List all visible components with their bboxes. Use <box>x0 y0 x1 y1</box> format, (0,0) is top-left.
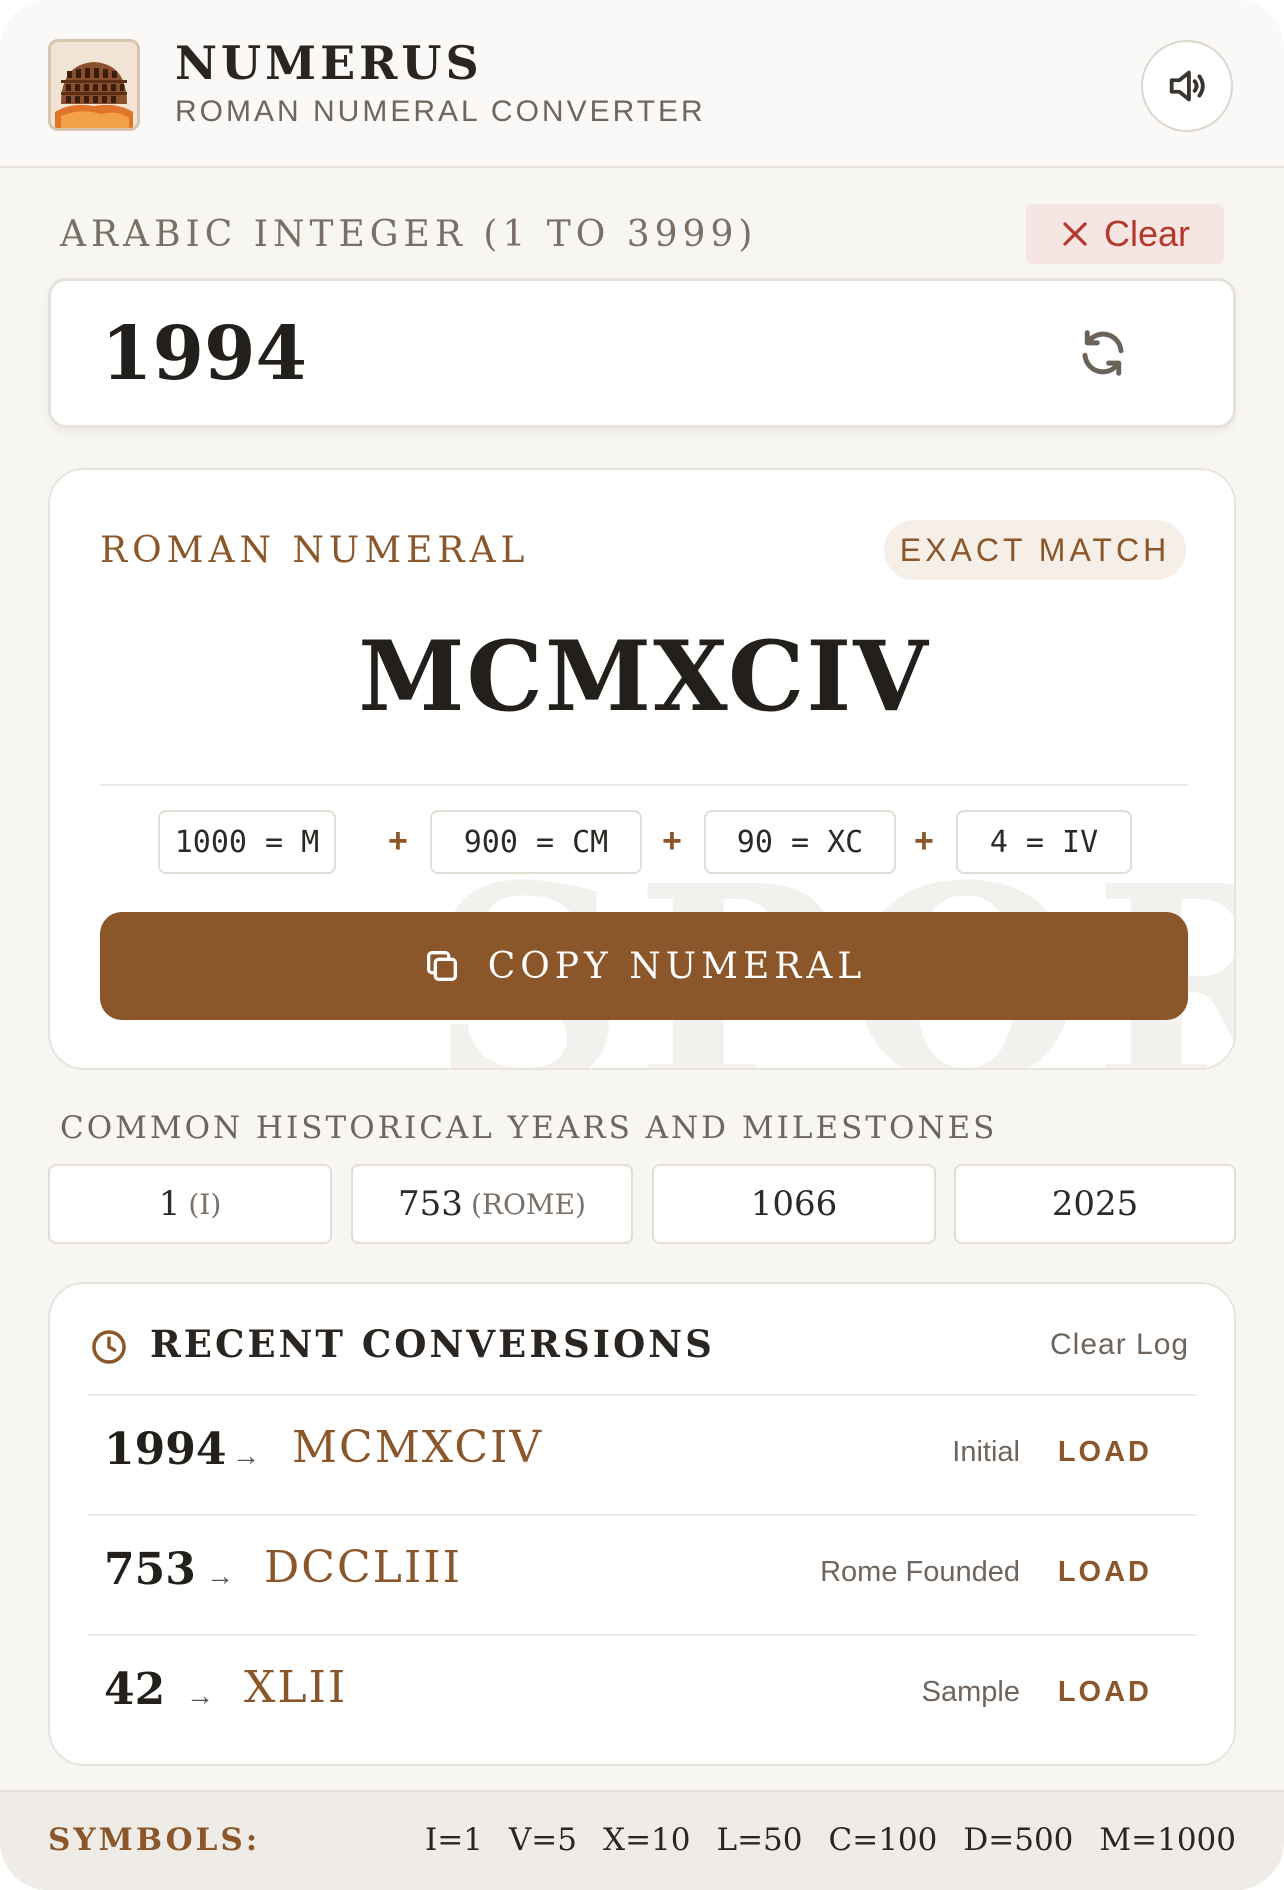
row-note: Sample <box>921 1676 1020 1708</box>
arabic-number-input[interactable] <box>99 303 1003 405</box>
symbol-item: D=500 <box>963 1822 1074 1858</box>
symbols-label: SYMBOLS: <box>48 1822 261 1858</box>
exact-match-badge: EXACT MATCH <box>884 520 1186 580</box>
row-arrow: → <box>232 1440 260 1471</box>
row-roman: XLII <box>244 1662 348 1713</box>
year-note: (ROME) <box>470 1187 586 1221</box>
year-note: (I) <box>188 1187 222 1221</box>
load-button[interactable]: LOAD <box>1058 1676 1152 1709</box>
app-header: NUMERUS ROMAN NUMERAL CONVERTER <box>0 0 1284 168</box>
recent-row: 753 → DCCLIII Rome Founded LOAD <box>88 1516 1196 1634</box>
symbols-list: I=1 V=5 X=10 L=50 C=100 D=500 M=1000 <box>425 1822 1236 1858</box>
roman-numeral-output: MCMXCIV <box>358 620 930 733</box>
copy-numeral-button[interactable]: COPY NUMERAL <box>100 912 1188 1020</box>
row-arabic: 42 <box>104 1664 166 1715</box>
row-note: Rome Founded <box>820 1556 1020 1588</box>
year-button-1066[interactable]: 1066 <box>652 1164 936 1244</box>
result-divider <box>100 784 1188 786</box>
year-value: 2025 <box>1051 1184 1139 1224</box>
recent-row: 1994 → MCMXCIV Initial LOAD <box>88 1396 1196 1514</box>
recent-row: 42 → XLII Sample LOAD <box>88 1636 1196 1754</box>
refresh-icon <box>1082 330 1124 376</box>
breakdown-chip: 4 = IV <box>956 810 1132 874</box>
plus-sign: + <box>662 822 682 860</box>
load-button[interactable]: LOAD <box>1058 1436 1152 1469</box>
breakdown-chip: 1000 = M <box>158 810 336 874</box>
row-roman: MCMXCIV <box>292 1422 544 1473</box>
symbol-item: X=10 <box>603 1822 691 1858</box>
symbol-item: L=50 <box>716 1822 803 1858</box>
recent-conversions-card: RECENT CONVERSIONS Clear Log 1994 → MCMX… <box>48 1282 1236 1766</box>
row-arabic: 1994 <box>104 1424 227 1475</box>
clear-button[interactable]: Clear <box>1026 204 1224 264</box>
app-subtitle: ROMAN NUMERAL CONVERTER <box>175 95 706 128</box>
symbol-item: I=1 <box>424 1822 483 1858</box>
year-button-1[interactable]: 1 (I) <box>48 1164 332 1244</box>
symbol-item: V=5 <box>508 1822 577 1858</box>
row-arrow: → <box>186 1680 214 1711</box>
year-button-2025[interactable]: 2025 <box>954 1164 1236 1244</box>
symbols-footer: SYMBOLS: I=1 V=5 X=10 L=50 C=100 D=500 M… <box>0 1790 1284 1890</box>
app-root: NUMERUS ROMAN NUMERAL CONVERTER ARABIC I… <box>0 0 1284 1890</box>
year-button-753[interactable]: 753 (ROME) <box>351 1164 633 1244</box>
clear-log-button[interactable]: Clear Log <box>1050 1328 1189 1362</box>
year-value: 1066 <box>750 1184 838 1224</box>
refresh-button[interactable] <box>1072 322 1134 384</box>
recent-title: RECENT CONVERSIONS <box>150 1322 715 1366</box>
symbol-item: C=100 <box>828 1822 938 1858</box>
close-icon <box>1063 222 1087 246</box>
result-label: ROMAN NUMERAL <box>100 530 530 571</box>
result-card: SPQR ROMAN NUMERAL EXACT MATCH MCMXCIV 1… <box>48 468 1236 1070</box>
sound-toggle-button[interactable] <box>1141 40 1233 132</box>
plus-sign: + <box>914 822 934 860</box>
speaker-icon <box>1169 70 1205 102</box>
row-arrow: → <box>206 1560 234 1591</box>
row-note: Initial <box>952 1436 1020 1468</box>
year-value: 753 <box>398 1184 463 1224</box>
clock-icon <box>92 1330 126 1364</box>
arabic-input-box <box>48 278 1236 428</box>
app-title: NUMERUS <box>175 36 483 90</box>
clear-button-label: Clear <box>1103 213 1191 254</box>
numeral-breakdown: 1000 = M + 900 = CM + 90 = XC + 4 = IV <box>50 810 1234 874</box>
colosseum-icon <box>48 39 140 131</box>
input-label: ARABIC INTEGER (1 TO 3999) <box>60 214 758 255</box>
row-roman: DCCLIII <box>264 1542 462 1593</box>
breakdown-chip: 900 = CM <box>430 810 642 874</box>
year-value: 1 <box>158 1184 181 1224</box>
breakdown-chip: 90 = XC <box>704 810 896 874</box>
load-button[interactable]: LOAD <box>1058 1556 1152 1589</box>
copy-numeral-label: COPY NUMERAL <box>487 945 867 987</box>
row-arabic: 753 <box>104 1544 196 1595</box>
years-label: COMMON HISTORICAL YEARS AND MILESTONES <box>60 1110 998 1146</box>
symbol-item: M=1000 <box>1099 1822 1236 1858</box>
copy-icon <box>426 951 457 981</box>
plus-sign: + <box>388 822 408 860</box>
